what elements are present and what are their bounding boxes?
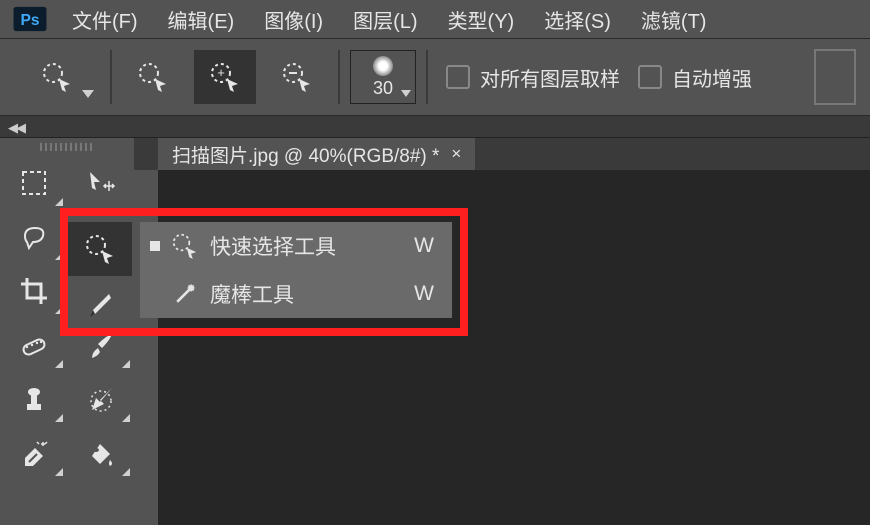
flyout-label: 快速选择工具 xyxy=(210,231,402,261)
options-extra-button[interactable] xyxy=(814,49,856,105)
menu-image[interactable]: 图像(I) xyxy=(264,5,323,34)
options-bar: 30 对所有图层取样 自动增强 xyxy=(0,38,870,116)
app-logo-icon: Ps xyxy=(8,5,52,33)
tool-preset-button[interactable] xyxy=(14,50,100,104)
paint-bucket-icon xyxy=(86,438,116,468)
brush-icon xyxy=(86,330,116,360)
move-icon xyxy=(86,168,116,198)
bucket-tool[interactable] xyxy=(67,426,134,480)
eyedropper-icon xyxy=(85,290,115,320)
checkbox-icon xyxy=(446,65,470,89)
check-label: 自动增强 xyxy=(672,63,752,92)
lasso-icon xyxy=(19,222,49,252)
add-selection-button[interactable] xyxy=(194,50,256,104)
lasso-tool[interactable] xyxy=(0,210,67,264)
quick-selection-icon xyxy=(42,62,72,92)
flyout-indicator-icon xyxy=(55,252,63,260)
flyout-item-quick-select[interactable]: 快速选择工具 W xyxy=(140,222,452,270)
menu-edit[interactable]: 编辑(E) xyxy=(168,5,235,34)
quick-selection-icon xyxy=(172,233,198,259)
eraser-icon xyxy=(19,438,49,468)
flyout-item-magic-wand[interactable]: 魔棒工具 W xyxy=(140,270,452,318)
flyout-indicator-icon xyxy=(122,414,130,422)
separator xyxy=(338,50,340,104)
history-brush-icon xyxy=(86,384,116,414)
flyout-indicator-icon xyxy=(55,198,63,206)
flyout-shortcut: W xyxy=(414,282,434,306)
quick-selection-minus-icon xyxy=(282,62,312,92)
dropdown-icon xyxy=(401,90,411,97)
close-icon[interactable]: × xyxy=(451,144,461,164)
quick-selection-icon xyxy=(138,62,168,92)
tool-flyout-menu: 快速选择工具 W 魔棒工具 W xyxy=(140,222,452,318)
menu-filter[interactable]: 滤镜(T) xyxy=(641,5,707,34)
bandage-icon xyxy=(19,330,49,360)
menu-layer[interactable]: 图层(L) xyxy=(353,5,417,34)
panel-collapse-strip[interactable]: ◀◀ xyxy=(0,116,870,138)
svg-text:Ps: Ps xyxy=(20,12,39,29)
flyout-indicator-icon xyxy=(55,414,63,422)
flyout-indicator-icon xyxy=(55,360,63,368)
stamp-icon xyxy=(19,384,49,414)
quick-selection-icon xyxy=(85,234,115,264)
checkbox-icon xyxy=(638,65,662,89)
flyout-label: 魔棒工具 xyxy=(210,279,402,309)
palette-grip[interactable] xyxy=(0,138,134,156)
flyout-shortcut: W xyxy=(414,234,434,258)
check-label: 对所有图层取样 xyxy=(480,63,620,92)
new-selection-button[interactable] xyxy=(122,50,184,104)
flyout-indicator-icon xyxy=(122,360,130,368)
menu-type[interactable]: 类型(Y) xyxy=(448,5,515,34)
quick-select-tool[interactable] xyxy=(68,222,132,276)
auto-enhance-check[interactable]: 自动增强 xyxy=(638,63,752,92)
move-tool[interactable] xyxy=(67,156,134,210)
flyout-indicator-icon xyxy=(55,468,63,476)
quick-selection-plus-icon xyxy=(210,62,240,92)
document-title: 扫描图片.jpg @ 40%(RGB/8#) * xyxy=(172,141,439,168)
separator xyxy=(426,50,428,104)
menu-bar: Ps 文件(F) 编辑(E) 图像(I) 图层(L) 类型(Y) 选择(S) 滤… xyxy=(0,0,870,38)
sample-all-layers-check[interactable]: 对所有图层取样 xyxy=(446,63,620,92)
eraser-tool[interactable] xyxy=(0,426,67,480)
active-indicator-icon xyxy=(150,241,160,251)
history-brush-tool[interactable] xyxy=(67,372,134,426)
marquee-icon xyxy=(19,168,49,198)
collapse-arrows-icon: ◀◀ xyxy=(8,120,24,136)
eyedropper-tool[interactable] xyxy=(68,278,132,332)
document-tab[interactable]: 扫描图片.jpg @ 40%(RGB/8#) * × xyxy=(158,138,475,170)
stamp-tool[interactable] xyxy=(0,372,67,426)
crop-icon xyxy=(19,276,49,306)
brush-size-picker[interactable]: 30 xyxy=(350,50,416,104)
brush-size-value: 30 xyxy=(373,78,393,99)
subtract-selection-button[interactable] xyxy=(266,50,328,104)
healing-tool[interactable] xyxy=(0,318,67,372)
dropdown-icon xyxy=(82,90,94,98)
separator xyxy=(110,50,112,104)
marquee-tool[interactable] xyxy=(0,156,67,210)
flyout-indicator-icon xyxy=(55,306,63,314)
flyout-indicator-icon xyxy=(122,468,130,476)
menu-select[interactable]: 选择(S) xyxy=(544,5,611,34)
menu-file[interactable]: 文件(F) xyxy=(72,5,138,34)
brush-preview-icon xyxy=(373,56,393,76)
crop-tool[interactable] xyxy=(0,264,67,318)
magic-wand-icon xyxy=(172,281,198,307)
